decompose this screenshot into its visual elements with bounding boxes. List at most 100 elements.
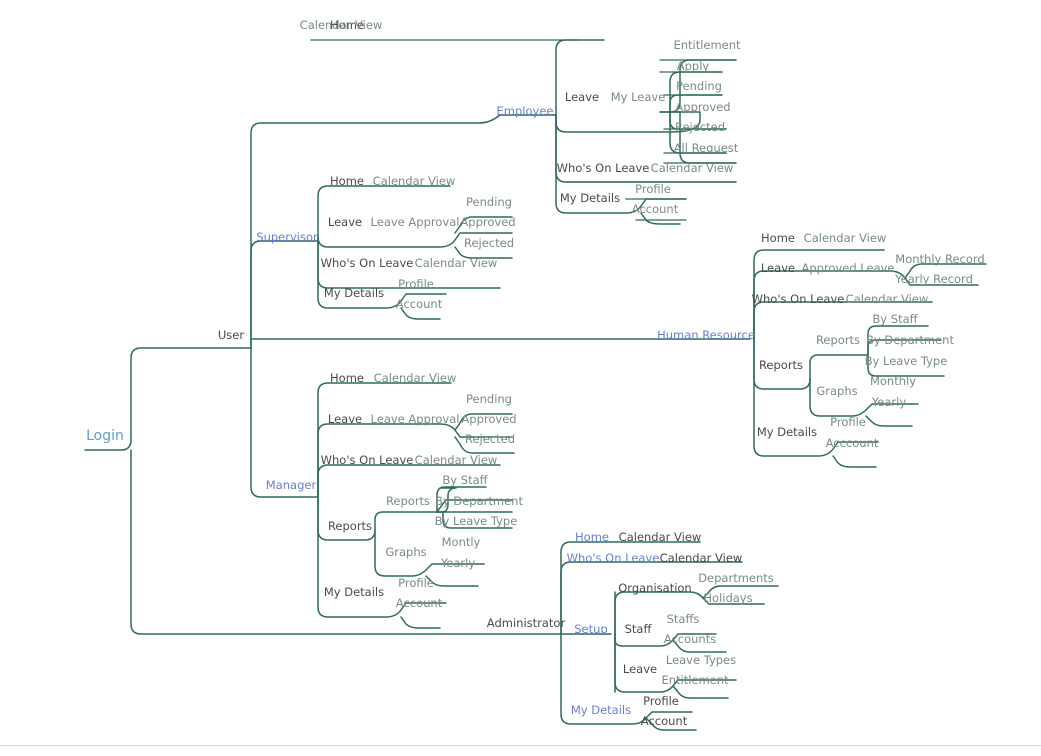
node-hr_bystaff[interactable]: By Staff: [872, 312, 918, 326]
labels-layer: Login User Administrator Employee Home Calend…: [86, 18, 985, 728]
node-mgr_reports[interactable]: Reports: [328, 519, 372, 533]
node-hr_byleave[interactable]: By Leave Type: [865, 354, 948, 368]
node-mgr_rej[interactable]: Rejected: [465, 432, 515, 446]
node-employee[interactable]: Employee: [497, 104, 554, 118]
node-mgr_pend[interactable]: Pending: [466, 392, 512, 406]
node-mgr_appr[interactable]: Approved: [461, 412, 516, 426]
mindmap-canvas: Login User Administrator Employee Home Calend…: [84, 18, 987, 731]
node-mgr_reports2[interactable]: Reports: [386, 494, 430, 508]
node-adm_ent[interactable]: Entitlement: [661, 673, 729, 687]
node-adm_leave[interactable]: Leave: [623, 662, 657, 676]
node-hr_wol[interactable]: Who's On Leave: [752, 292, 845, 306]
node-adm_org[interactable]: Organisation: [618, 581, 691, 595]
connector-line: [250, 240, 319, 349]
connector-line: [317, 382, 452, 498]
node-sup_wol[interactable]: Who's On Leave: [321, 256, 414, 270]
node-adm_md_acc[interactable]: Account: [641, 714, 688, 728]
node-root-login[interactable]: Login: [86, 428, 124, 444]
node-mgr_monthly[interactable]: Montly: [442, 535, 481, 549]
node-adm_staffs[interactable]: Staffs: [667, 612, 700, 626]
node-adm_home[interactable]: Home: [575, 530, 609, 544]
node-emp_rej[interactable]: Rejected: [675, 120, 725, 134]
node-admin[interactable]: Administrator: [487, 616, 566, 630]
node-hr_home_cal[interactable]: Calendar View: [804, 231, 887, 245]
node-emp_md_prof[interactable]: Profile: [635, 182, 671, 196]
node-sup_appr[interactable]: Approved: [460, 215, 515, 229]
node-hr_md_prof[interactable]: Profile: [830, 415, 866, 429]
node-emp_wol_cal[interactable]: Calendar View: [651, 161, 734, 175]
node-hr_monthly[interactable]: Monthly: [870, 374, 916, 388]
node-sup_wol_cal[interactable]: Calendar View: [415, 256, 498, 270]
node-hr_wol_cal[interactable]: Calendar View: [846, 292, 929, 306]
node-mgr_bydept[interactable]: By Department: [435, 494, 523, 508]
node-emp_md[interactable]: My Details: [560, 191, 620, 205]
node-adm_md_prof[interactable]: Profile: [643, 694, 679, 708]
node-adm_lt[interactable]: Leave Types: [666, 653, 736, 667]
node-hr_home[interactable]: Home: [761, 231, 795, 245]
node-emp_appr[interactable]: Approved: [675, 100, 730, 114]
node-hr[interactable]: Human Resource: [657, 328, 755, 342]
node-mgr_la[interactable]: Leave Approval: [371, 412, 460, 426]
connector-line: [865, 415, 913, 427]
node-hr_reports2[interactable]: Reports: [816, 333, 860, 347]
node-mgr_md[interactable]: My Details: [324, 585, 384, 599]
footer-divider: [0, 745, 1041, 746]
node-sup_la[interactable]: Leave Approval: [371, 215, 460, 229]
node-hr_al[interactable]: Approved Leave: [801, 261, 894, 275]
node-emp_home_cal[interactable]: Calendar View: [300, 18, 383, 32]
node-sup_md_prof[interactable]: Profile: [398, 277, 434, 291]
node-emp_leave[interactable]: Leave: [565, 90, 599, 104]
connector-line: [672, 685, 729, 699]
node-mgr_yearly[interactable]: Yearly: [440, 556, 476, 570]
node-mgr_wol[interactable]: Who's On Leave: [321, 453, 414, 467]
node-sup_leave[interactable]: Leave: [328, 215, 362, 229]
node-emp_all[interactable]: All Request: [674, 141, 739, 155]
node-mgr_leave[interactable]: Leave: [328, 412, 362, 426]
node-mgr_md_prof[interactable]: Profile: [398, 576, 434, 590]
node-sup_home_cal[interactable]: Calendar View: [373, 174, 456, 188]
node-sup_home[interactable]: Home: [330, 174, 364, 188]
node-hr_md_acc[interactable]: Acccount: [826, 436, 879, 450]
node-mgr_md_acc[interactable]: Account: [396, 596, 443, 610]
node-emp_wol[interactable]: Who's On Leave: [557, 161, 650, 175]
node-emp_ent[interactable]: Entitlement: [673, 38, 741, 52]
node-adm_wol[interactable]: Who's On Leave: [567, 551, 660, 565]
node-hr_graphs[interactable]: Graphs: [816, 384, 857, 398]
node-sup_md[interactable]: My Details: [324, 286, 384, 300]
node-adm_hol[interactable]: Holidays: [703, 591, 752, 605]
node-mgr_bystaff[interactable]: By Staff: [442, 473, 488, 487]
connector-line: [317, 185, 451, 242]
node-adm_staff[interactable]: Staff: [625, 622, 653, 636]
node-adm_dept[interactable]: Departments: [698, 571, 774, 585]
connector-line: [250, 347, 319, 498]
node-adm_home_cal[interactable]: Calendar View: [619, 530, 702, 544]
node-sup_rej[interactable]: Rejected: [464, 236, 514, 250]
node-hr_leave[interactable]: Leave: [761, 261, 795, 275]
node-emp_apply[interactable]: Apply: [677, 59, 710, 73]
node-hr_bydept[interactable]: By Department: [866, 333, 954, 347]
node-manager[interactable]: Manager: [266, 478, 317, 492]
node-adm_setup[interactable]: Setup: [574, 622, 607, 636]
node-mgr_wol_cal[interactable]: Calendar View: [415, 453, 498, 467]
node-hr_mrec[interactable]: Monthly Record: [895, 252, 984, 266]
node-mgr_graphs[interactable]: Graphs: [385, 545, 426, 559]
node-adm_accounts[interactable]: Accounts: [664, 632, 716, 646]
node-adm_md[interactable]: My Details: [571, 703, 631, 717]
node-mgr_byleave[interactable]: By Leave Type: [435, 514, 518, 528]
node-adm_wol_cal[interactable]: Calendar View: [660, 551, 743, 565]
node-user[interactable]: User: [218, 328, 244, 342]
node-hr_yearly[interactable]: Yearly: [871, 395, 907, 409]
node-sup_pend[interactable]: Pending: [466, 195, 512, 209]
node-hr_yrec[interactable]: Yearly Record: [894, 272, 973, 286]
node-hr_md[interactable]: My Details: [757, 425, 817, 439]
node-supervisor[interactable]: Supervisor: [256, 230, 318, 244]
node-hr_reports[interactable]: Reports: [759, 358, 803, 372]
node-sup_md_acc[interactable]: Account: [396, 297, 443, 311]
node-mgr_home[interactable]: Home: [330, 371, 364, 385]
connector-line: [400, 616, 441, 629]
connector-line: [130, 449, 562, 635]
node-emp_md_acc[interactable]: Account: [632, 202, 679, 216]
node-emp_pend[interactable]: Pending: [676, 79, 722, 93]
node-mgr_home_cal[interactable]: Calendar View: [374, 371, 457, 385]
node-emp_myleave[interactable]: My Leave: [611, 90, 666, 104]
